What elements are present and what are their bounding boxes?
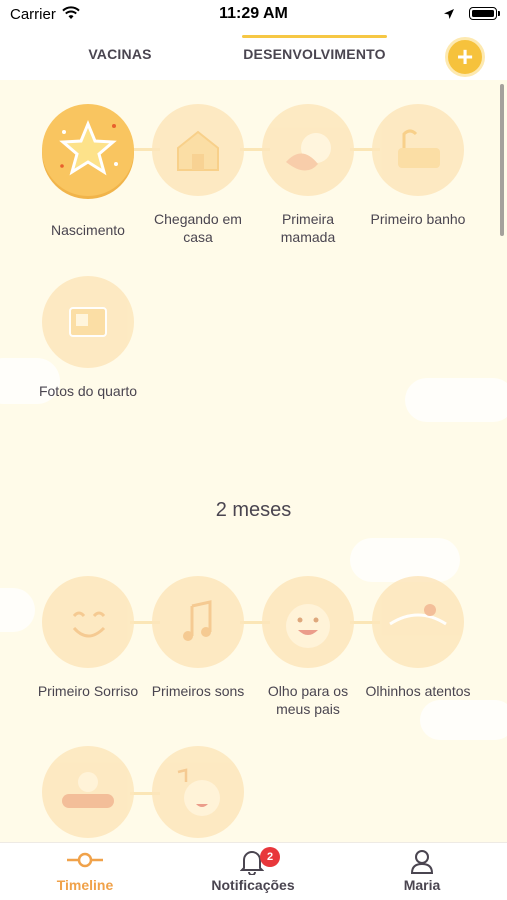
add-button[interactable]: + [445, 37, 485, 77]
bottle-icon [262, 104, 354, 196]
tab-desenvolvimento[interactable]: DESENVOLVIMENTO [242, 28, 387, 80]
nav-label: Timeline [56, 877, 114, 893]
eye-icon [372, 576, 464, 668]
battery-icon [469, 7, 500, 20]
nav-timeline[interactable]: Timeline [20, 843, 150, 900]
milestone-nascimento[interactable]: Nascimento [33, 104, 143, 239]
milestone-olhinhos-atentos[interactable]: Olhinhos atentos [363, 576, 473, 700]
bottom-nav: Timeline 2 Notificações Maria [0, 842, 507, 900]
milestone-label: Primeiros sons [151, 683, 245, 699]
cloud-decoration [420, 700, 507, 740]
smile-icon [42, 576, 134, 668]
milestone-label: Primeiro Sorriso [37, 683, 139, 699]
user-icon [410, 849, 434, 880]
cloud-decoration [405, 378, 507, 422]
milestone-olho-para-os-meus-pais[interactable]: Olho para os meus pais [253, 576, 363, 718]
section-header: 2 meses [215, 499, 292, 521]
house-icon [152, 104, 244, 196]
milestone-label: Primeiro banho [370, 211, 466, 227]
timeline-content[interactable]: Nascimento Chegando em casa Primeira mam… [0, 80, 507, 842]
plus-icon: + [456, 41, 474, 72]
milestone-label: Chegando em casa [154, 211, 242, 245]
milestone-label: Fotos do quarto [38, 383, 138, 399]
top-tab-bar: VACINAS DESENVOLVIMENTO + [0, 28, 507, 80]
tab-vacinas[interactable]: VACINAS [60, 28, 180, 80]
milestone-chegando-em-casa[interactable]: Chegando em casa [143, 104, 253, 246]
milestone-primeiro-banho[interactable]: Primeiro banho [363, 104, 473, 228]
nav-label: Notificações [211, 877, 295, 893]
milestone-fotos-do-quarto[interactable]: Fotos do quarto [33, 276, 143, 400]
baby-face-icon [262, 576, 354, 668]
milestone-primeira-mamada[interactable]: Primeira mamada [253, 104, 363, 246]
photo-icon [42, 276, 134, 368]
milestone-label: Olhinhos atentos [365, 683, 471, 699]
milestone-label: Olho para os meus pais [267, 683, 349, 717]
milestone-baby-music[interactable] [143, 746, 253, 838]
music-note-icon [152, 576, 244, 668]
star-icon [42, 104, 134, 196]
nav-maria[interactable]: Maria [357, 843, 487, 900]
location-arrow-icon [443, 7, 455, 25]
clock: 11:29 AM [219, 5, 288, 22]
baby-music-icon [152, 746, 244, 838]
milestone-label: Nascimento [51, 222, 125, 238]
milestone-label: Primeira mamada [280, 211, 336, 245]
milestone-primeiros-sons[interactable]: Primeiros sons [143, 576, 253, 700]
bathtub-icon [372, 104, 464, 196]
milestone-primeiro-sorriso[interactable]: Primeiro Sorriso [33, 576, 143, 700]
baby-lying-icon [42, 746, 134, 838]
status-bar: Carrier 11:29 AM [0, 0, 507, 28]
milestone-baby-lying[interactable] [33, 746, 143, 838]
nav-notificacoes[interactable]: 2 Notificações [188, 843, 318, 900]
notification-badge: 2 [260, 847, 280, 867]
cloud-decoration [0, 588, 35, 632]
scrollbar[interactable] [500, 84, 504, 236]
timeline-icon [65, 849, 105, 876]
nav-label: Maria [403, 877, 441, 893]
